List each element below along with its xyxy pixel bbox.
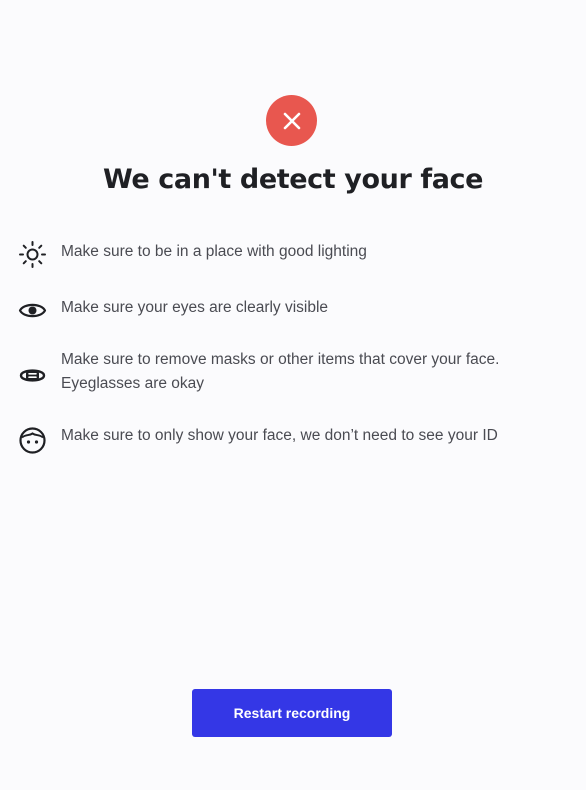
tip-mask: Make sure to remove masks or other items…	[18, 348, 558, 396]
page-title: We can't detect your face	[102, 164, 484, 195]
face-detection-error-screen: We can't detect your face Make sure to b…	[0, 0, 586, 790]
tip-text: Make sure to remove masks or other items…	[61, 351, 500, 392]
sun-icon	[18, 240, 47, 269]
close-icon	[283, 112, 300, 129]
error-badge	[266, 95, 317, 146]
tip-face-only: Make sure to only show your face, we don…	[18, 424, 558, 455]
tip-text: Make sure to be in a place with good lig…	[61, 243, 367, 260]
mask-icon	[18, 361, 47, 390]
tip-eyes: Make sure your eyes are clearly visible	[18, 296, 558, 325]
eye-icon	[18, 296, 47, 325]
tip-text: Make sure your eyes are clearly visible	[61, 299, 329, 316]
face-icon	[18, 426, 47, 455]
tip-text: Make sure to only show your face, we don…	[61, 427, 498, 444]
restart-recording-button[interactable]: Restart recording	[192, 689, 392, 737]
tip-lighting: Make sure to be in a place with good lig…	[18, 240, 558, 269]
